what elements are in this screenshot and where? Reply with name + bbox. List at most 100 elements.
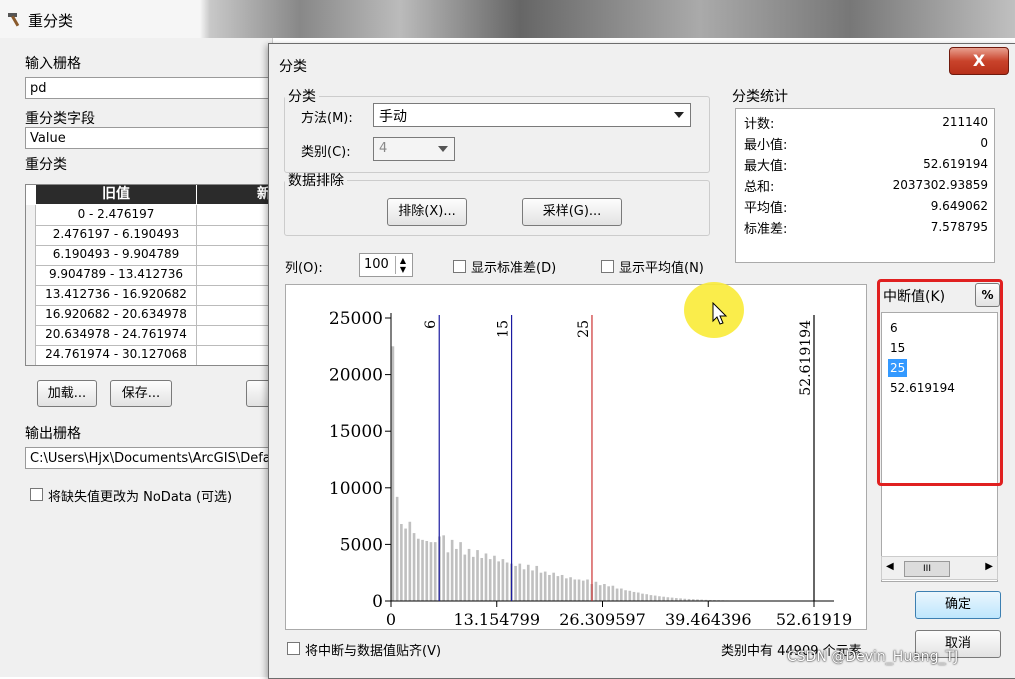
columns-value: 100 <box>364 257 389 272</box>
classes-select[interactable]: 4 <box>373 137 455 161</box>
old-value-cell[interactable]: 24.761974 - 30.127068 <box>36 345 197 365</box>
reclass-table[interactable]: 旧值 新 0 - 2.4761972.476197 - 6.1904936.19… <box>25 184 277 366</box>
reclass-field-label: 重分类字段 <box>25 108 95 128</box>
reclassify-tool-panel: 输入栅格 pd 重分类字段 Value 重分类 旧值 新 0 - 2.47619… <box>0 38 273 677</box>
input-raster-field[interactable]: pd <box>25 77 275 99</box>
dialog-title: 分类 <box>279 56 307 76</box>
old-value-cell[interactable]: 20.634978 - 24.761974 <box>36 325 197 345</box>
chevron-down-icon <box>674 112 684 118</box>
reclass-label: 重分类 <box>25 154 67 174</box>
columns-spinner[interactable]: 100 ▲▼ <box>359 253 413 277</box>
snap-breaks-checkbox[interactable] <box>287 642 300 655</box>
histogram-chart[interactable]: 0500010000150002000025000013.15479926.30… <box>285 284 867 630</box>
histogram-bar <box>468 549 471 601</box>
ok-button[interactable]: 确定 <box>915 591 1001 619</box>
histogram-bar <box>442 535 445 601</box>
nodata-checkbox[interactable] <box>30 488 43 501</box>
classification-stats-label: 分类统计 <box>729 86 791 106</box>
histogram-bar <box>425 541 428 601</box>
row-selector[interactable] <box>26 305 36 326</box>
histogram-bar <box>586 579 589 601</box>
row-selector[interactable] <box>26 285 36 306</box>
table-row[interactable]: 20.634978 - 24.761974 <box>36 325 276 346</box>
snap-breaks-label: 将中断与数据值贴齐(V) <box>305 640 441 659</box>
old-value-cell[interactable]: 2.476197 - 6.190493 <box>36 225 197 245</box>
scroll-right-icon[interactable]: ▶ <box>985 561 993 572</box>
stat-value: 2037302.93859 <box>893 178 988 192</box>
tool-titlebar: 重分类 <box>0 0 1015 38</box>
load-button[interactable]: 加载... <box>37 380 97 407</box>
breaks-scrollbar[interactable]: ◀ III ▶ <box>881 556 998 580</box>
table-row[interactable]: 0 - 2.476197 <box>36 205 276 226</box>
row-selector[interactable] <box>26 245 36 266</box>
show-mean-checkbox[interactable] <box>601 260 614 273</box>
method-value: 手动 <box>379 106 407 126</box>
stat-label: 标准差: <box>744 222 787 237</box>
old-value-cell[interactable]: 0 - 2.476197 <box>36 205 197 225</box>
stat-value: 7.578795 <box>931 220 988 234</box>
row-selector[interactable] <box>26 325 36 346</box>
old-value-header: 旧值 <box>36 185 196 204</box>
histogram-bar <box>464 555 467 601</box>
stat-value: 52.619194 <box>923 157 988 171</box>
close-button[interactable]: X <box>949 47 1009 75</box>
old-value-cell[interactable]: 6.190493 - 9.904789 <box>36 245 197 265</box>
method-select[interactable]: 手动 <box>373 103 691 127</box>
exclude-button[interactable]: 排除(X)... <box>387 198 467 226</box>
histogram-bar <box>578 579 581 601</box>
scroll-thumb[interactable]: III <box>904 561 950 577</box>
stat-value: 9.649062 <box>931 199 988 213</box>
histogram-bar <box>616 589 619 601</box>
method-label: 方法(M): <box>301 107 353 126</box>
histogram-bar <box>493 556 496 601</box>
nodata-checkbox-label: 将缺失值更改为 NoData (可选) <box>48 486 232 505</box>
output-raster-field[interactable]: C:\Users\Hjx\Documents\ArcGIS\Default <box>25 447 275 469</box>
mouse-pointer-icon <box>712 302 728 330</box>
old-value-cell[interactable]: 13.412736 - 16.920682 <box>36 285 197 305</box>
row-selector[interactable] <box>26 265 36 286</box>
input-raster-label: 输入栅格 <box>25 53 81 73</box>
table-row[interactable]: 2.476197 - 6.190493 <box>36 225 276 246</box>
stat-label: 最大值: <box>744 159 787 174</box>
stat-row: 计数:211140 <box>744 113 988 134</box>
old-value-cell[interactable]: 16.920682 - 20.634978 <box>36 305 197 325</box>
histogram-bar <box>662 597 665 601</box>
table-row[interactable]: 24.761974 - 30.127068 <box>36 345 276 366</box>
stat-value: 0 <box>980 136 988 150</box>
table-row[interactable]: 16.920682 - 20.634978 <box>36 305 276 326</box>
y-tick-label: 25000 <box>329 309 383 329</box>
show-std-checkbox[interactable] <box>453 260 466 273</box>
table-row[interactable]: 9.904789 - 13.412736 <box>36 265 276 286</box>
histogram-bar <box>641 594 644 601</box>
old-value-cell[interactable]: 9.904789 - 13.412736 <box>36 265 197 285</box>
histogram-bar <box>671 598 674 601</box>
histogram-bar <box>497 561 500 601</box>
columns-label: 列(O): <box>285 257 323 276</box>
histogram-bar <box>459 542 462 601</box>
histogram-bar <box>413 533 416 601</box>
scroll-left-icon[interactable]: ◀ <box>886 561 894 572</box>
row-selector[interactable] <box>26 225 36 246</box>
table-row[interactable]: 13.412736 - 16.920682 <box>36 285 276 306</box>
row-selector[interactable] <box>26 205 36 226</box>
histogram-bar <box>476 550 479 601</box>
stat-label: 计数: <box>744 117 774 132</box>
histogram-bar <box>392 346 395 601</box>
histogram-svg[interactable]: 0500010000150002000025000013.15479926.30… <box>286 285 866 629</box>
y-tick-label: 10000 <box>329 479 383 499</box>
histogram-bar <box>430 542 433 601</box>
reclass-field-select[interactable]: Value <box>25 127 275 149</box>
new-value-header: 新 <box>197 185 277 204</box>
save-button[interactable]: 保存... <box>110 380 172 407</box>
spinner-arrows-icon[interactable]: ▲▼ <box>395 256 410 274</box>
histogram-bar <box>396 497 399 601</box>
stats-box: 计数:211140最小值:0最大值:52.619194总和:2037302.93… <box>735 108 995 263</box>
table-row[interactable]: 6.190493 - 9.904789 <box>36 245 276 266</box>
row-selector[interactable] <box>26 345 36 366</box>
histogram-bar <box>573 579 576 601</box>
data-exclusion-label: 数据排除 <box>285 170 347 190</box>
x-tick-label: 0 <box>386 610 396 629</box>
sampling-button[interactable]: 采样(G)... <box>522 198 622 226</box>
histogram-bar <box>548 575 551 601</box>
histogram-bar <box>620 589 623 601</box>
